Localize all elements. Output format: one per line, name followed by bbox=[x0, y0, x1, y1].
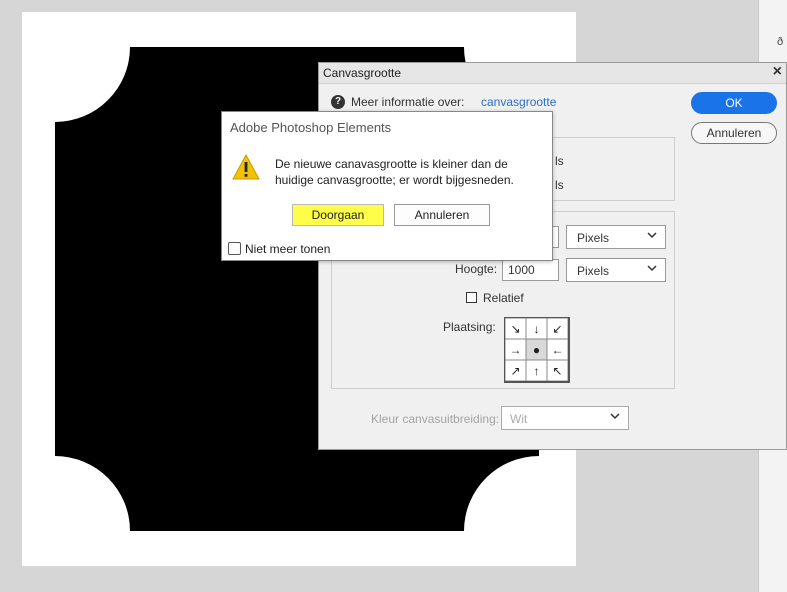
height-label: Hoogte: bbox=[455, 262, 498, 276]
dialog-title: Canvasgrootte bbox=[323, 66, 402, 80]
anchor-center[interactable]: ● bbox=[526, 339, 547, 360]
width-unit-select[interactable]: Pixels bbox=[566, 225, 666, 249]
extension-color-select[interactable]: Wit bbox=[501, 406, 629, 430]
placement-anchor-grid: ↘ ↓ ↙ → ● ← ↗ ↑ ↖ bbox=[504, 317, 570, 383]
alert-dialog: Adobe Photoshop Elements De nieuwe canav… bbox=[221, 111, 553, 261]
height-unit-value: Pixels bbox=[577, 264, 610, 278]
chevron-down-icon bbox=[647, 230, 657, 243]
relative-checkbox-box[interactable] bbox=[466, 292, 477, 303]
anchor-top[interactable]: ↓ bbox=[526, 318, 547, 339]
placement-label: Plaatsing: bbox=[443, 320, 496, 334]
ok-button[interactable]: OK bbox=[691, 92, 777, 114]
close-icon[interactable]: × bbox=[773, 63, 782, 81]
anchor-top-left[interactable]: ↘ bbox=[505, 318, 526, 339]
panel-tool-icon[interactable]: ð bbox=[777, 36, 783, 48]
info-label: Meer informatie over: bbox=[351, 95, 465, 109]
extension-color-label: Kleur canvasuitbreiding: bbox=[371, 412, 500, 426]
dont-show-again-box[interactable] bbox=[228, 242, 241, 255]
current-size-text-2: ls bbox=[555, 178, 564, 192]
alert-message: De nieuwe canavasgrootte is kleiner dan … bbox=[275, 157, 514, 187]
chevron-down-icon bbox=[610, 411, 620, 424]
continue-button[interactable]: Doorgaan bbox=[292, 204, 384, 226]
dialog-titlebar[interactable]: Canvasgrootte × bbox=[319, 63, 786, 84]
anchor-bottom[interactable]: ↑ bbox=[526, 360, 547, 381]
info-link[interactable]: canvasgrootte bbox=[481, 95, 556, 109]
anchor-top-right[interactable]: ↙ bbox=[547, 318, 568, 339]
height-unit-select[interactable]: Pixels bbox=[566, 258, 666, 282]
height-input[interactable]: 1000 bbox=[502, 259, 559, 281]
info-icon: ? bbox=[331, 95, 345, 109]
width-unit-value: Pixels bbox=[577, 231, 610, 245]
cancel-button[interactable]: Annuleren bbox=[691, 122, 777, 144]
warning-icon bbox=[232, 154, 260, 180]
alert-cancel-button[interactable]: Annuleren bbox=[394, 204, 490, 226]
relative-label: Relatief bbox=[483, 291, 524, 305]
alert-title: Adobe Photoshop Elements bbox=[230, 120, 392, 135]
current-size-text-1: ls bbox=[555, 154, 564, 168]
anchor-bottom-left[interactable]: ↗ bbox=[505, 360, 526, 381]
anchor-bottom-right[interactable]: ↖ bbox=[547, 360, 568, 381]
dont-show-again-label: Niet meer tonen bbox=[245, 242, 331, 256]
anchor-right[interactable]: ← bbox=[547, 339, 568, 360]
extension-color-value: Wit bbox=[510, 412, 528, 426]
chevron-down-icon bbox=[647, 263, 657, 276]
anchor-left[interactable]: → bbox=[505, 339, 526, 360]
